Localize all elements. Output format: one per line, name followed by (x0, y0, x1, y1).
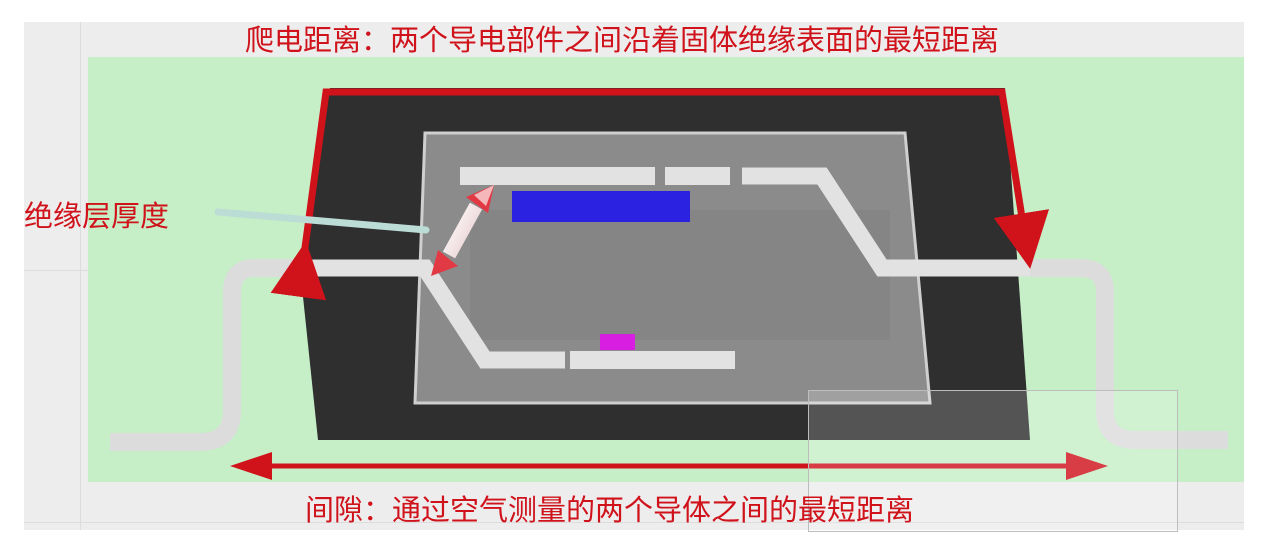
clearance-label: 间隙：通过空气测量的两个导体之间的最短距离 (305, 493, 915, 527)
lower-lead-pad (570, 351, 735, 369)
upper-lead-pad-left (460, 167, 655, 185)
insulation-thickness-label: 绝缘层厚度 (24, 199, 170, 233)
detector-chip (600, 334, 635, 350)
left-outer-lead (110, 259, 305, 451)
creepage-label: 爬电距离：两个导电部件之间沿着固体绝缘表面的最短距离 (245, 23, 1000, 57)
upper-lead-pad-mid (665, 167, 730, 185)
cavity-shade (470, 210, 890, 340)
emitter-chip (512, 191, 690, 222)
